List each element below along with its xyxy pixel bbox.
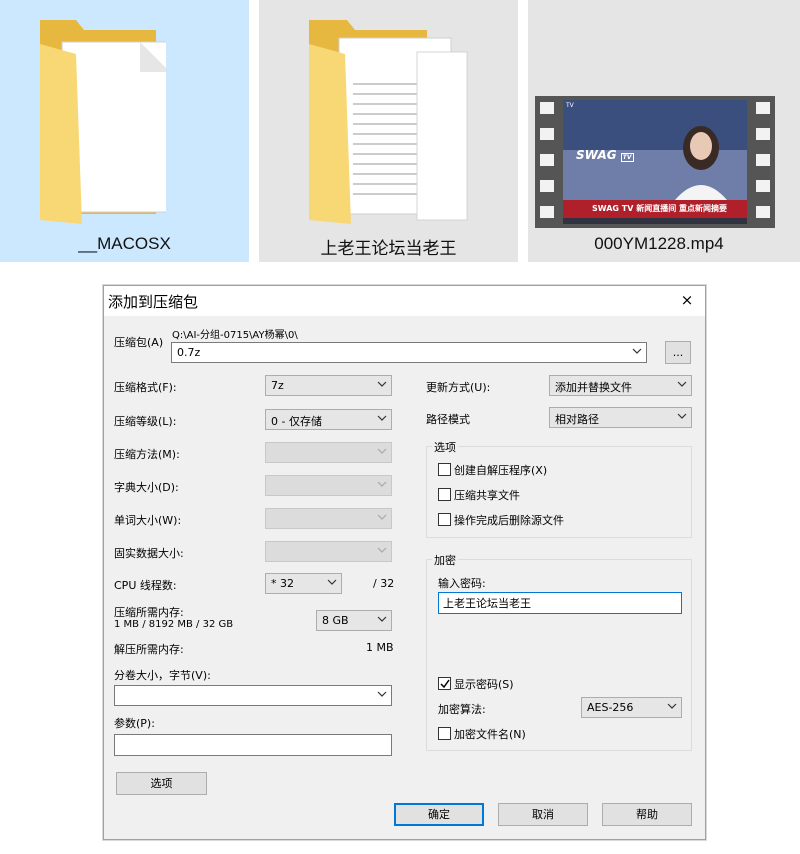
volume-label: 分卷大小，字节(V): — [114, 669, 211, 682]
chevron-down-icon — [377, 689, 387, 699]
dict-label: 字典大小(D): — [114, 481, 179, 494]
cpu-select[interactable]: * 32 — [265, 573, 342, 594]
show-password-checkbox[interactable] — [438, 677, 451, 690]
file-name: 上老王论坛当老王 — [320, 239, 457, 258]
encrypt-names-checkbox[interactable] — [438, 727, 451, 740]
file-item-folder[interactable]: 上老王论坛当老王 — [259, 0, 518, 262]
params-input[interactable] — [114, 734, 392, 756]
close-button[interactable]: × — [677, 291, 697, 309]
folder-icon — [309, 20, 468, 224]
volume-combo[interactable] — [114, 685, 392, 706]
browse-button[interactable]: ... — [665, 341, 691, 364]
word-select[interactable] — [265, 508, 392, 529]
params-label: 参数(P): — [114, 717, 155, 730]
algo-select[interactable]: AES-256 — [581, 697, 682, 718]
chevron-down-icon — [677, 379, 687, 389]
help-button[interactable]: 帮助 — [602, 803, 692, 826]
format-select[interactable]: 7z — [265, 375, 392, 396]
archive-path: Q:\AI-分组-0715\AY杨幂\0\ — [172, 330, 298, 341]
delete-after-checkbox[interactable] — [438, 513, 451, 526]
chevron-down-icon — [327, 577, 337, 587]
file-item-macosx[interactable]: __MACOSX — [0, 0, 249, 262]
chevron-down-icon — [377, 512, 387, 522]
chevron-down-icon — [377, 545, 387, 555]
folder-icon — [40, 20, 166, 224]
dict-select[interactable] — [265, 475, 392, 496]
format-label: 压缩格式(F): — [114, 381, 177, 394]
file-name: __MACOSX — [78, 234, 171, 253]
show-password-label: 显示密码(S) — [454, 678, 514, 691]
ok-button[interactable]: 确定 — [394, 803, 484, 826]
file-item-video[interactable]: SWAG TV TV SWAG TV 新闻直播间 重点新闻摘要 000YM122… — [528, 0, 800, 262]
chevron-down-icon — [377, 446, 387, 456]
level-select[interactable]: 0 - 仅存储 — [265, 409, 392, 430]
mem-select[interactable]: 8 GB — [316, 610, 392, 631]
sfx-checkbox[interactable] — [438, 463, 451, 476]
add-to-archive-dialog: 添加到压缩包 × 压缩包(A) Q:\AI-分组-0715\AY杨幂\0\ 0.… — [103, 285, 706, 840]
password-input[interactable]: 上老王论坛当老王 — [438, 592, 682, 614]
mem-decomp-label: 解压所需内存: — [114, 643, 184, 656]
encrypt-names-label: 加密文件名(N) — [454, 728, 526, 741]
video-corner-badge: TV — [566, 102, 574, 109]
word-label: 单词大小(W): — [114, 514, 182, 527]
method-label: 压缩方法(M): — [114, 448, 180, 461]
shared-files-label: 压缩共享文件 — [454, 489, 520, 502]
sfx-label: 创建自解压程序(X) — [454, 464, 548, 477]
chevron-down-icon — [667, 701, 677, 711]
checkmark-icon — [440, 679, 450, 689]
options-button[interactable]: 选项 — [116, 772, 207, 795]
solid-label: 固实数据大小: — [114, 547, 184, 560]
update-label: 更新方式(U): — [426, 381, 491, 394]
cancel-button[interactable]: 取消 — [498, 803, 588, 826]
video-logo: SWAG TV — [576, 148, 634, 162]
level-label: 压缩等级(L): — [114, 415, 177, 428]
chevron-down-icon — [632, 346, 642, 356]
chevron-down-icon — [377, 379, 387, 389]
chevron-down-icon — [677, 411, 687, 421]
video-logo-badge: TV — [620, 153, 634, 162]
options-group-title: 选项 — [432, 439, 458, 455]
dialog-title: 添加到压缩包 — [108, 293, 199, 311]
solid-select[interactable] — [265, 541, 392, 562]
mem-comp-detail: 1 MB / 8192 MB / 32 GB — [114, 619, 234, 630]
mem-comp-label: 压缩所需内存: — [114, 606, 184, 619]
archive-label: 压缩包(A) — [114, 336, 164, 349]
archive-name-combo[interactable]: 0.7z — [171, 342, 647, 363]
file-name: 000YM1228.mp4 — [594, 234, 724, 253]
password-label: 输入密码: — [438, 577, 486, 590]
path-mode-label: 路径模式 — [426, 413, 470, 426]
title-bar: 添加到压缩包 × — [104, 286, 705, 316]
cpu-label: CPU 线程数: — [114, 579, 177, 592]
chevron-down-icon — [377, 479, 387, 489]
path-mode-select[interactable]: 相对路径 — [549, 407, 692, 428]
cpu-total: / 32 — [373, 577, 395, 590]
video-ticker: SWAG TV 新闻直播间 重点新闻摘要 — [592, 204, 727, 213]
delete-after-label: 操作完成后删除源文件 — [454, 514, 564, 527]
update-select[interactable]: 添加并替换文件 — [549, 375, 692, 396]
mem-decomp-value: 1 MB — [366, 641, 394, 654]
method-select[interactable] — [265, 442, 392, 463]
chevron-down-icon — [377, 614, 387, 624]
shared-files-checkbox[interactable] — [438, 488, 451, 501]
algo-label: 加密算法: — [438, 703, 486, 716]
encrypt-group-title: 加密 — [432, 552, 458, 568]
chevron-down-icon — [377, 413, 387, 423]
